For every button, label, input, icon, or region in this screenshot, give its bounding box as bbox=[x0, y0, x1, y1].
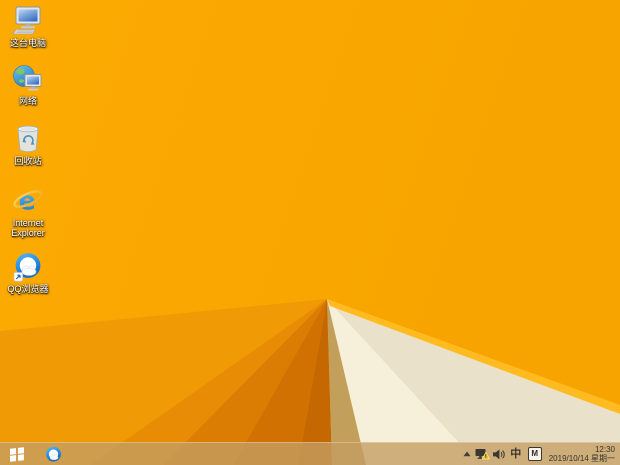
icon-label: 网络 bbox=[18, 96, 37, 106]
wallpaper bbox=[0, 0, 620, 465]
ime-mode-indicator[interactable]: 中 bbox=[508, 443, 524, 465]
network-warning-icon bbox=[475, 448, 490, 459]
qq-browser-icon bbox=[45, 446, 61, 462]
ime-language-badge[interactable]: M bbox=[524, 443, 542, 465]
desktop-icon-network[interactable]: 网络 bbox=[0, 64, 56, 106]
desktop-icon-internet-explorer[interactable]: e Internet Explorer bbox=[0, 185, 56, 238]
qq-browser-icon bbox=[11, 252, 45, 282]
icon-label: QQ浏览器 bbox=[7, 284, 49, 294]
chevron-up-icon bbox=[463, 451, 471, 457]
volume-icon[interactable] bbox=[491, 443, 508, 465]
icon-label: 这台电脑 bbox=[9, 38, 46, 48]
svg-text:e: e bbox=[19, 185, 36, 215]
qq-browser-taskbar-icon[interactable] bbox=[40, 443, 66, 465]
internet-explorer-icon: e bbox=[11, 185, 45, 216]
icon-label: Internet Explorer bbox=[11, 218, 45, 238]
clock-time: 12:30 bbox=[594, 444, 615, 454]
taskbar-clock[interactable]: 12:30 2019/10/14 星期一 bbox=[549, 445, 615, 464]
clock-date: 2019/10/14 星期一 bbox=[548, 454, 615, 463]
computer-icon bbox=[11, 6, 45, 36]
icon-label: 回收站 bbox=[14, 156, 42, 166]
desktop-icon-this-pc[interactable]: 这台电脑 bbox=[0, 6, 56, 48]
show-hidden-icons-chevron[interactable] bbox=[460, 443, 474, 465]
ime-badge-letter: M bbox=[527, 447, 542, 461]
network-status-icon[interactable] bbox=[474, 443, 491, 465]
network-globe-icon bbox=[11, 64, 45, 94]
windows-logo-icon bbox=[10, 446, 24, 462]
taskbar: 中 M 12:30 2019/10/14 星期一 bbox=[0, 442, 620, 465]
desktop-icon-recycle-bin[interactable]: 回收站 bbox=[0, 124, 56, 166]
speaker-icon bbox=[493, 448, 505, 459]
recycle-bin-icon bbox=[11, 124, 45, 154]
desktop-icon-qq-browser[interactable]: QQ浏览器 bbox=[0, 252, 56, 294]
system-tray: 中 M 12:30 2019/10/14 星期一 bbox=[460, 443, 620, 465]
start-button[interactable] bbox=[2, 443, 32, 465]
desktop-screen: 这台电脑 网络 回收站 e Internet Explorer QQ浏览器 中 … bbox=[0, 0, 620, 465]
